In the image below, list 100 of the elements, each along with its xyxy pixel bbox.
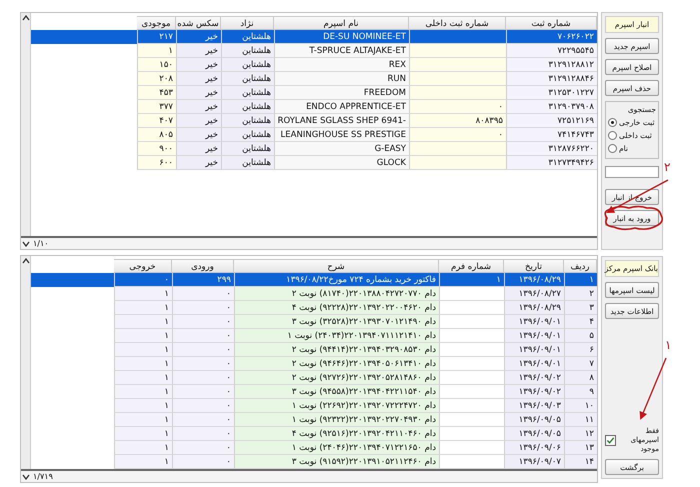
table-cell: ۳۱۲۵۳۰۱۲۲۷ — [506, 86, 597, 100]
column-header[interactable]: نام اسپرم — [274, 16, 409, 30]
table-row[interactable]: ۷ ۱۳۹۶/۰۹/۰۱ دام ۲۲۰۱۳۹۴۰۵۰۶۱۳۴۱۰(۹۴۶۴۶) نوبت ۲ ۰ ۱ — [31, 357, 597, 371]
radio-button[interactable] — [608, 131, 617, 140]
table-cell — [439, 329, 504, 343]
record-counter: ۱/۱۰ — [33, 239, 49, 248]
table-row[interactable]: ۴ ۱۳۹۶/۰۹/۰۱ دام ۲۲۰۱۳۹۳۰۷۰۱۲۱۴۹۰(۳۲۵۲۸) نوبت ۳ ۰ ۱ — [31, 315, 597, 329]
table-cell — [439, 287, 504, 301]
table-cell: ۳۱۲۸۷۶۶۲۲۰ — [506, 142, 597, 156]
column-header[interactable]: شماره ثبت داخلی — [409, 16, 506, 30]
table-cell: ۰ — [172, 357, 234, 371]
table-cell: دام ۲۲۰۱۳۹۱۰۵۲۱۱۲۴۶۰(۹۱۵۹۲) نوبت ۳ — [234, 455, 439, 469]
checkbox[interactable] — [605, 434, 616, 446]
table-cell: دام ۲۲۰۱۳۹۳۰۷۰۱۲۱۴۹۰(۳۲۵۲۸) نوبت ۳ — [234, 315, 439, 329]
table-cell: ۱۳۹۶/۰۹/۰۱ — [504, 329, 564, 343]
column-header[interactable]: ردیف — [564, 259, 597, 273]
table-cell: دام ۲۲۰۱۳۹۴۰۷۱۲۲۱۶۵۰(۲۴۰۴۶) نوبت ۱ — [234, 441, 439, 455]
column-header[interactable]: موجودی — [137, 16, 176, 30]
column-header[interactable]: شماره ثبت — [506, 16, 597, 30]
table-row[interactable]: ۱۴ ۱۳۹۶/۰۹/۰۷ دام ۲۲۰۱۳۹۱۰۵۲۱۱۲۴۶۰(۹۱۵۹۲) نوبت ۳ ۰ ۱ — [31, 455, 597, 469]
table-cell: ۱۳۹۶/۰۹/۰۶ — [504, 441, 564, 455]
table-cell: ۱۱ — [564, 413, 597, 427]
record-counter: ۱/۷۱۹ — [33, 472, 53, 481]
table-cell: خیر — [176, 58, 221, 72]
table-cell — [439, 315, 504, 329]
table-cell: ۳۱۲۹۰۳۷۹۰۸ — [506, 100, 597, 114]
table-cell: ۰ — [172, 455, 234, 469]
table-cell: ۱۳۹۶/۰۸/۲۷ — [504, 287, 564, 301]
table-row[interactable]: ۳ ۱۳۹۶/۰۸/۲۹ دام ۲۲۰۱۳۹۲۰۲۲۰۰۴۶۲۰(۹۲۲۲۸) نوبت ۴ ۰ ۱ — [31, 301, 597, 315]
table-cell: دام ۲۲۰۱۳۹۴۰۳۲۹۰۸۵۳۰(۹۴۴۱۴) نوبت ۲ — [234, 343, 439, 357]
table-row[interactable]: ۶ ۱۳۹۶/۰۹/۰۱ دام ۲۲۰۱۳۹۴۰۳۲۹۰۸۵۳۰(۹۴۴۱۴) نوبت ۲ ۰ ۱ — [31, 343, 597, 357]
annotation-arrow — [640, 358, 667, 420]
column-header[interactable]: شرح — [234, 259, 439, 273]
table-cell — [439, 441, 504, 455]
column-header[interactable]: خروجی — [114, 259, 172, 273]
table-cell: دام ۲۲۰۱۳۹۲۰۲۲۰۰۴۶۲۰(۹۲۲۲۸) نوبت ۴ — [234, 301, 439, 315]
table-cell: ۰ — [409, 100, 506, 114]
table-row[interactable]: ۵ ۱۳۹۶/۰۹/۰۱ دام ۲۲۰۱۳۹۴۰۷۱۱۱۲۱۴۱۰(۲۴۰۳۴) نوبت ۱ ۰ ۱ — [31, 329, 597, 343]
table-row[interactable]: ۱۲ ۱۳۹۶/۰۹/۰۵ دام ۲۲۰۱۳۹۲۰۴۲۱۱۰۴۶۰(۹۲۵۱۶) نوبت ۴ ۰ ۱ — [31, 427, 597, 441]
table-row[interactable]: ۹ ۱۳۹۶/۰۹/۰۲ دام ۲۲۰۱۳۹۴۰۴۲۲۱۱۵۴۰(۹۴۵۵۸) نوبت ۳ ۰ ۱ — [31, 385, 597, 399]
caret-up-icon[interactable] — [22, 258, 30, 264]
table-cell: ۱۳۹۶/۰۹/۰۱ — [504, 343, 564, 357]
table-cell — [439, 385, 504, 399]
table-cell: ۱ — [114, 357, 172, 371]
table-cell: دام ۲۲۰۱۳۸۸۰۴۲۷۲۰۷۷۰(۸۱۷۴۰) نوبت ۲ — [234, 287, 439, 301]
table-cell: هلشتاین — [221, 156, 274, 170]
table-cell: هلشتاین — [221, 44, 274, 58]
table-cell: ۱ — [114, 455, 172, 469]
table-cell: دام ۲۲۰۱۳۹۴۰۴۲۲۱۱۵۴۰(۹۴۵۵۸) نوبت ۳ — [234, 385, 439, 399]
column-header[interactable]: شماره فرم — [439, 259, 504, 273]
scrollbar[interactable] — [21, 13, 31, 236]
column-header[interactable]: تاریخ — [504, 259, 564, 273]
table-cell: خیر — [176, 114, 221, 128]
table-row[interactable]: ۸ ۱۳۹۶/۰۹/۰۲ دام ۲۲۰۱۳۹۲۰۵۲۸۱۴۸۶۰(۹۲۷۲۶) نوبت ۲ ۰ ۱ — [31, 371, 597, 385]
table-cell: ۹۰۰ — [137, 142, 176, 156]
table-cell — [439, 371, 504, 385]
table-row[interactable]: ۱۳ ۱۳۹۶/۰۹/۰۶ دام ۲۲۰۱۳۹۴۰۷۱۲۲۱۶۵۰(۲۴۰۴۶) نوبت ۱ ۰ ۱ — [31, 441, 597, 455]
table-cell: ۱ — [114, 413, 172, 427]
annotation-arrow — [606, 179, 668, 213]
annotation-number: ۱ — [665, 338, 672, 352]
table-row[interactable]: ۱ ۱۳۹۶/۰۸/۲۹ ۱ فاکتور خرید بشماره ۷۲۴ مورخ۱۳۹۶/۰۸/۲۲ ۲۹۹ ۰ — [31, 273, 597, 287]
table-cell: هلشتاین — [221, 142, 274, 156]
scrollbar[interactable] — [21, 256, 31, 469]
column-header[interactable]: ورودی — [172, 259, 234, 273]
table-cell — [439, 343, 504, 357]
radio-button[interactable] — [608, 118, 617, 127]
table-cell: خیر — [176, 128, 221, 142]
table-cell: RUN — [274, 72, 409, 86]
table-cell: ۱۳۹۶/۰۹/۰۱ — [504, 357, 564, 371]
search-field[interactable] — [605, 166, 659, 178]
table-cell: ۰ — [172, 413, 234, 427]
table-row[interactable]: ۱۱ ۱۳۹۶/۰۹/۰۵ دام ۲۲۰۱۳۹۲۰۲۲۷۰۴۹۳۰(۹۲۳۲۲) نوبت ۱ ۰ ۱ — [31, 413, 597, 427]
table-cell: ۱۳۹۶/۰۹/۰۲ — [504, 385, 564, 399]
table-cell: دام ۲۲۰۱۳۹۴۰۵۰۶۱۳۴۱۰(۹۴۶۴۶) نوبت ۲ — [234, 357, 439, 371]
table-cell: ۰ — [172, 399, 234, 413]
table-cell: ۰ — [172, 343, 234, 357]
caret-down-icon[interactable] — [22, 240, 30, 246]
caret-up-icon[interactable] — [22, 15, 30, 21]
table-cell: ۷۴۱۴۶۷۴۳ — [506, 128, 597, 142]
radio-button[interactable] — [608, 144, 617, 153]
table-cell: خیر — [176, 100, 221, 114]
table-row[interactable]: ۱۰ ۱۳۹۶/۰۹/۰۳ دام ۲۲۰۱۳۹۲۰۷۲۲۲۴۷۲۰(۲۲۶۹۲) نوبت ۱ ۰ ۱ — [31, 399, 597, 413]
table-cell: دام ۲۲۰۱۳۹۲۰۵۲۸۱۴۸۶۰(۹۲۷۲۶) نوبت ۲ — [234, 371, 439, 385]
table-cell: ۳۱۲۷۳۴۹۴۲۶ — [506, 156, 597, 170]
table-cell: هلشتاین — [221, 58, 274, 72]
table-cell: هلشتاین — [221, 72, 274, 86]
table-cell — [439, 399, 504, 413]
table-cell — [439, 301, 504, 315]
table-cell: LEANINGHOUSE SS PRESTIGE — [274, 128, 409, 142]
table-cell: ۴۵۳ — [137, 86, 176, 100]
table-row[interactable]: ۲ ۱۳۹۶/۰۸/۲۷ دام ۲۲۰۱۳۸۸۰۴۲۷۲۰۷۷۰(۸۱۷۴۰) نوبت ۲ ۰ ۱ — [31, 287, 597, 301]
table-cell: هلشتاین — [221, 86, 274, 100]
table-cell: ۱۰ — [564, 399, 597, 413]
column-header[interactable]: نژاد — [221, 16, 274, 30]
table-cell: ۱۳۹۶/۰۹/۰۵ — [504, 427, 564, 441]
table-cell: -ROYLANE SGLASS SHEP 6941 — [274, 114, 409, 128]
column-header[interactable]: سکس شده — [176, 16, 221, 30]
caret-down-icon[interactable] — [22, 474, 30, 480]
table-cell: ۱ — [114, 301, 172, 315]
table-cell: هلشتاین — [221, 100, 274, 114]
